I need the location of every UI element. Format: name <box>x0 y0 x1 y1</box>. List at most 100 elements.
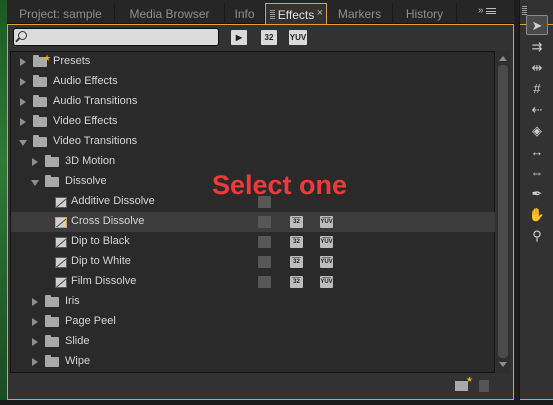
tree-item-label: Film Dissolve <box>71 275 137 287</box>
rate-stretch-tool-icon[interactable]: ⇠ <box>526 100 548 120</box>
transition-icon <box>55 277 67 288</box>
folder-row[interactable]: Video Transitions <box>11 132 495 152</box>
accelerated-badge-icon <box>258 276 271 288</box>
tools-panel: ➤ ⇉ ⇹ # ⇠ ◈ ↔ ⇔ ✒ ✋ ⚲ <box>519 0 553 400</box>
accelerated-effects-filter-button[interactable]: ▶ <box>231 30 247 45</box>
panel-menu-button[interactable]: » <box>478 5 500 19</box>
disclosure-collapsed-icon[interactable] <box>32 318 38 326</box>
tab-project[interactable]: Project: sample <box>7 3 115 24</box>
folder-row[interactable]: Iris <box>11 292 495 312</box>
transition-icon <box>55 197 67 208</box>
tree-item-label: Additive Dissolve <box>71 195 155 207</box>
trash-icon[interactable] <box>479 380 489 392</box>
background-strip <box>0 0 7 405</box>
transition-icon <box>55 237 67 248</box>
disclosure-expanded-icon[interactable] <box>19 140 27 146</box>
tab-grip-icon[interactable] <box>270 10 275 19</box>
folder-icon <box>45 175 59 187</box>
tree-item-label: Dip to Black <box>71 235 130 247</box>
tree-item-label: Wipe <box>65 355 91 367</box>
tree-item-label: Audio Transitions <box>53 95 138 107</box>
tools-grip-icon[interactable] <box>522 6 527 15</box>
folder-icon <box>33 75 47 87</box>
pen-tool-icon[interactable]: ✒ <box>526 184 548 204</box>
search-row: ▶ 32 YUV <box>7 25 514 49</box>
hand-tool-icon[interactable]: ✋ <box>526 205 548 225</box>
selection-tool-icon[interactable]: ➤ <box>526 15 548 35</box>
32-bit-badge-icon: 32 <box>290 276 303 288</box>
tree-item-label: Page Peel <box>65 315 116 327</box>
effect-row[interactable]: Dip to Black 32 YUV <box>11 232 495 252</box>
32-bit-filter-button[interactable]: 32 <box>261 30 277 45</box>
scroll-up-icon[interactable] <box>499 56 507 61</box>
folder-row[interactable]: 3D Motion <box>11 152 495 172</box>
slide-tool-icon[interactable]: ⇔ <box>526 163 548 183</box>
accelerated-badge-icon <box>258 236 271 248</box>
disclosure-collapsed-icon[interactable] <box>32 158 38 166</box>
folder-row[interactable]: Page Peel <box>11 312 495 332</box>
yuv-badge-icon: YUV <box>320 216 333 228</box>
effects-panel: Project: sample Media Browser Info Effec… <box>7 0 514 400</box>
disclosure-collapsed-icon[interactable] <box>20 78 26 86</box>
tree-item-label: Dissolve <box>65 175 107 187</box>
disclosure-collapsed-icon[interactable] <box>32 298 38 306</box>
folder-row[interactable]: Video Effects <box>11 112 495 132</box>
folder-icon <box>45 315 59 327</box>
effect-row[interactable]: Dip to White 32 YUV <box>11 252 495 272</box>
tab-media-browser[interactable]: Media Browser <box>115 3 225 24</box>
rolling-edit-tool-icon[interactable]: # <box>526 79 548 99</box>
bottom-edge <box>0 400 553 405</box>
folder-row[interactable]: Audio Effects <box>11 72 495 92</box>
disclosure-collapsed-icon[interactable] <box>20 118 26 126</box>
folder-icon <box>45 335 59 347</box>
folder-row[interactable]: Slide <box>11 332 495 352</box>
yuv-badge-icon: YUV <box>320 256 333 268</box>
effects-tree: ★ Presets Audio Effects Audio Transitions Vi… <box>10 51 495 373</box>
zoom-tool-icon[interactable]: ⚲ <box>526 226 548 246</box>
folder-icon <box>33 135 47 147</box>
disclosure-expanded-icon[interactable] <box>31 180 39 186</box>
new-custom-bin-icon[interactable] <box>455 375 473 391</box>
scrollbar-thumb[interactable] <box>498 65 508 358</box>
star-icon: ★ <box>43 53 52 63</box>
yuv-badge-icon: YUV <box>320 236 333 248</box>
tree-item-label: Audio Effects <box>53 75 118 87</box>
tree-item-label: Video Effects <box>53 115 118 127</box>
search-input[interactable] <box>13 28 219 46</box>
tab-info[interactable]: Info <box>225 3 265 24</box>
tab-effects[interactable]: Effects × <box>265 3 327 25</box>
folder-row[interactable]: ★ Presets <box>11 52 495 72</box>
tree-item-label: Presets <box>53 55 91 67</box>
folder-row[interactable]: Wipe <box>11 352 495 372</box>
folder-icon <box>45 355 59 367</box>
disclosure-collapsed-icon[interactable] <box>20 98 26 106</box>
tree-item-label: 3D Motion <box>65 155 116 167</box>
yuv-filter-button[interactable]: YUV <box>289 30 307 45</box>
effect-row[interactable]: Film Dissolve 32 YUV <box>11 272 495 292</box>
tree-item-label: Iris <box>65 295 80 307</box>
razor-tool-icon[interactable]: ◈ <box>526 121 548 141</box>
scroll-down-icon[interactable] <box>499 362 507 367</box>
ripple-edit-tool-icon[interactable]: ⇹ <box>526 58 548 78</box>
tree-item-label: Video Transitions <box>53 135 138 147</box>
effect-row[interactable]: Cross Dissolve 32 YUV <box>11 212 495 232</box>
folder-row[interactable]: Audio Transitions <box>11 92 495 112</box>
close-icon[interactable]: × <box>317 7 323 19</box>
tab-history[interactable]: History <box>393 3 457 24</box>
accelerated-badge-icon <box>258 256 271 268</box>
32-bit-badge-icon: 32 <box>290 216 303 228</box>
folder-icon <box>45 155 59 167</box>
annotation-text: Select one <box>212 170 348 200</box>
accelerated-badge-icon <box>258 216 271 228</box>
panel-bottom-bar <box>7 374 514 400</box>
yuv-badge-icon: YUV <box>320 276 333 288</box>
disclosure-collapsed-icon[interactable] <box>20 58 26 66</box>
slip-tool-icon[interactable]: ↔ <box>526 142 548 162</box>
track-select-tool-icon[interactable]: ⇉ <box>526 37 548 57</box>
disclosure-collapsed-icon[interactable] <box>32 338 38 346</box>
32-bit-badge-icon: 32 <box>290 256 303 268</box>
tree-item-label: Cross Dissolve <box>71 215 145 227</box>
disclosure-collapsed-icon[interactable] <box>32 358 38 366</box>
transition-icon <box>55 217 67 228</box>
tab-markers[interactable]: Markers <box>327 3 393 24</box>
